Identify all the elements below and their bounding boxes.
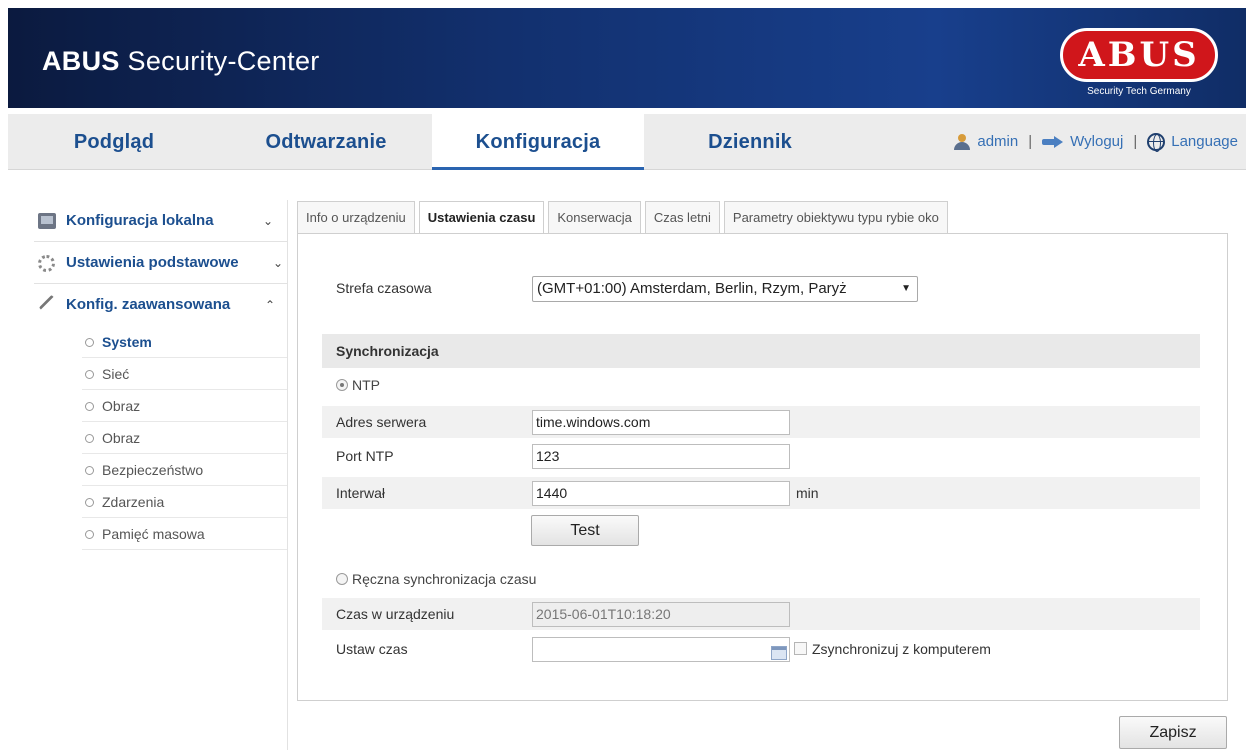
language-link[interactable]: Language [1171, 114, 1238, 170]
sync-section-header: Synchronizacja [322, 334, 1200, 368]
logout-icon [1042, 136, 1064, 148]
ntp-radio[interactable] [336, 379, 348, 391]
sidebar-subitem-zdarzenia[interactable]: Zdarzenia [82, 486, 287, 518]
interval-unit: min [796, 485, 819, 501]
port-row: Port NTP 123 [322, 440, 1200, 472]
manual-sync-radio[interactable] [336, 573, 348, 585]
nav-separator: | [1028, 133, 1033, 150]
device-time-field: 2015-06-01T10:18:20 [532, 602, 790, 627]
main-nav: Podgląd Odtwarzanie Konfiguracja Dzienni… [8, 114, 1246, 170]
manual-sync-option[interactable]: Ręczna synchronizacja czasu [336, 571, 536, 587]
calendar-icon[interactable] [771, 646, 787, 660]
interval-input[interactable]: 1440 [532, 481, 790, 506]
tab-konserwacja[interactable]: Konserwacja [548, 201, 641, 234]
bullet-icon [85, 402, 94, 411]
interval-label: Interwał [336, 485, 386, 501]
save-button[interactable]: Zapisz [1119, 716, 1227, 749]
nav-separator: | [1133, 133, 1138, 150]
chevron-up-icon: ⌃ [264, 298, 275, 312]
sidebar-item-konfig-zaawansowana[interactable]: Konfig. zaawansowana ⌃ [34, 284, 287, 326]
server-label: Adres serwera [336, 414, 427, 430]
timezone-label: Strefa czasowa [336, 280, 432, 296]
dropdown-arrow-icon: ▼ [901, 283, 911, 294]
ntp-label: NTP [352, 377, 380, 393]
nav-tab-odtwarzanie[interactable]: Odtwarzanie [220, 114, 432, 170]
interval-row: Interwał 1440 min [322, 477, 1200, 509]
settings-tabs: Info o urządzeniu Ustawienia czasu Konse… [297, 201, 948, 235]
tab-parametry-obiektywu[interactable]: Parametry obiektywu typu rybie oko [723, 201, 948, 234]
app-title: ABUS Security-Center [42, 46, 320, 76]
config-sidebar: Konfiguracja lokalna ⌄ Ustawienia podsta… [34, 200, 288, 750]
nav-tab-dziennik[interactable]: Dziennik [644, 114, 856, 170]
timezone-row: Strefa czasowa (GMT+01:00) Amsterdam, Be… [322, 272, 1200, 304]
abus-logo-oval: ABUS [1060, 28, 1218, 82]
user-icon [953, 134, 971, 150]
sidebar-subitem-pamiec-masowa[interactable]: Pamięć masowa [82, 518, 287, 550]
bullet-icon [85, 530, 94, 539]
user-name-link[interactable]: admin [977, 114, 1018, 170]
sidebar-subitem-obraz[interactable]: Obraz [82, 390, 287, 422]
set-time-label: Ustaw czas [336, 641, 408, 657]
tab-ustawienia-czasu[interactable]: Ustawienia czasu [418, 201, 545, 235]
bullet-icon [85, 466, 94, 475]
nav-tab-konfiguracja[interactable]: Konfiguracja [432, 114, 644, 170]
bullet-icon [85, 370, 94, 379]
user-menu: admin | Wyloguj | Language [953, 114, 1238, 170]
bullet-icon [85, 338, 94, 347]
server-row: Adres serwera time.windows.com [322, 406, 1200, 438]
set-time-row: Ustaw czas Zsynchronizuj z komputerem [322, 633, 1200, 665]
app-header: ABUS Security-Center ABUS Security Tech … [8, 8, 1246, 108]
tab-info-o-urzadzeniu[interactable]: Info o urządzeniu [297, 201, 415, 234]
local-config-icon [38, 213, 56, 229]
set-time-input[interactable] [532, 637, 790, 662]
device-time-label: Czas w urządzeniu [336, 606, 455, 622]
wrench-icon [38, 294, 58, 314]
nav-tab-podglad[interactable]: Podgląd [8, 114, 220, 170]
device-time-row: Czas w urządzeniu 2015-06-01T10:18:20 [322, 598, 1200, 630]
bullet-icon [85, 498, 94, 507]
abus-logo: ABUS Security Tech Germany [1054, 26, 1224, 104]
abus-logo-tagline: Security Tech Germany [1087, 86, 1191, 97]
ntp-port-input[interactable]: 123 [532, 444, 790, 469]
sidebar-item-ustawienia-podstawowe[interactable]: Ustawienia podstawowe ⌄ [34, 242, 287, 284]
timezone-select[interactable]: (GMT+01:00) Amsterdam, Berlin, Rzym, Par… [532, 276, 918, 302]
sidebar-subitem-obraz-2[interactable]: Obraz [82, 422, 287, 454]
server-address-input[interactable]: time.windows.com [532, 410, 790, 435]
sidebar-subitem-bezpieczenstwo[interactable]: Bezpieczeństwo [82, 454, 287, 486]
ntp-option[interactable]: NTP [336, 377, 380, 393]
manual-sync-label: Ręczna synchronizacja czasu [352, 571, 537, 587]
globe-icon [1147, 133, 1166, 152]
bullet-icon [85, 434, 94, 443]
sidebar-subitem-siec[interactable]: Sieć [82, 358, 287, 390]
tab-czas-letni[interactable]: Czas letni [644, 201, 720, 234]
sync-with-computer-checkbox[interactable] [794, 642, 807, 655]
logout-link[interactable]: Wyloguj [1070, 114, 1123, 170]
chevron-down-icon: ⌄ [262, 214, 273, 228]
time-settings-panel: Strefa czasowa (GMT+01:00) Amsterdam, Be… [297, 233, 1228, 701]
sync-with-computer-label: Zsynchronizuj z komputerem [812, 641, 991, 657]
test-button[interactable]: Test [531, 515, 639, 546]
port-label: Port NTP [336, 448, 394, 464]
sidebar-item-konfiguracja-lokalna[interactable]: Konfiguracja lokalna ⌄ [34, 200, 287, 242]
sidebar-subitem-system[interactable]: System [82, 326, 287, 358]
chevron-down-icon: ⌄ [272, 256, 283, 270]
gear-icon [38, 255, 55, 272]
